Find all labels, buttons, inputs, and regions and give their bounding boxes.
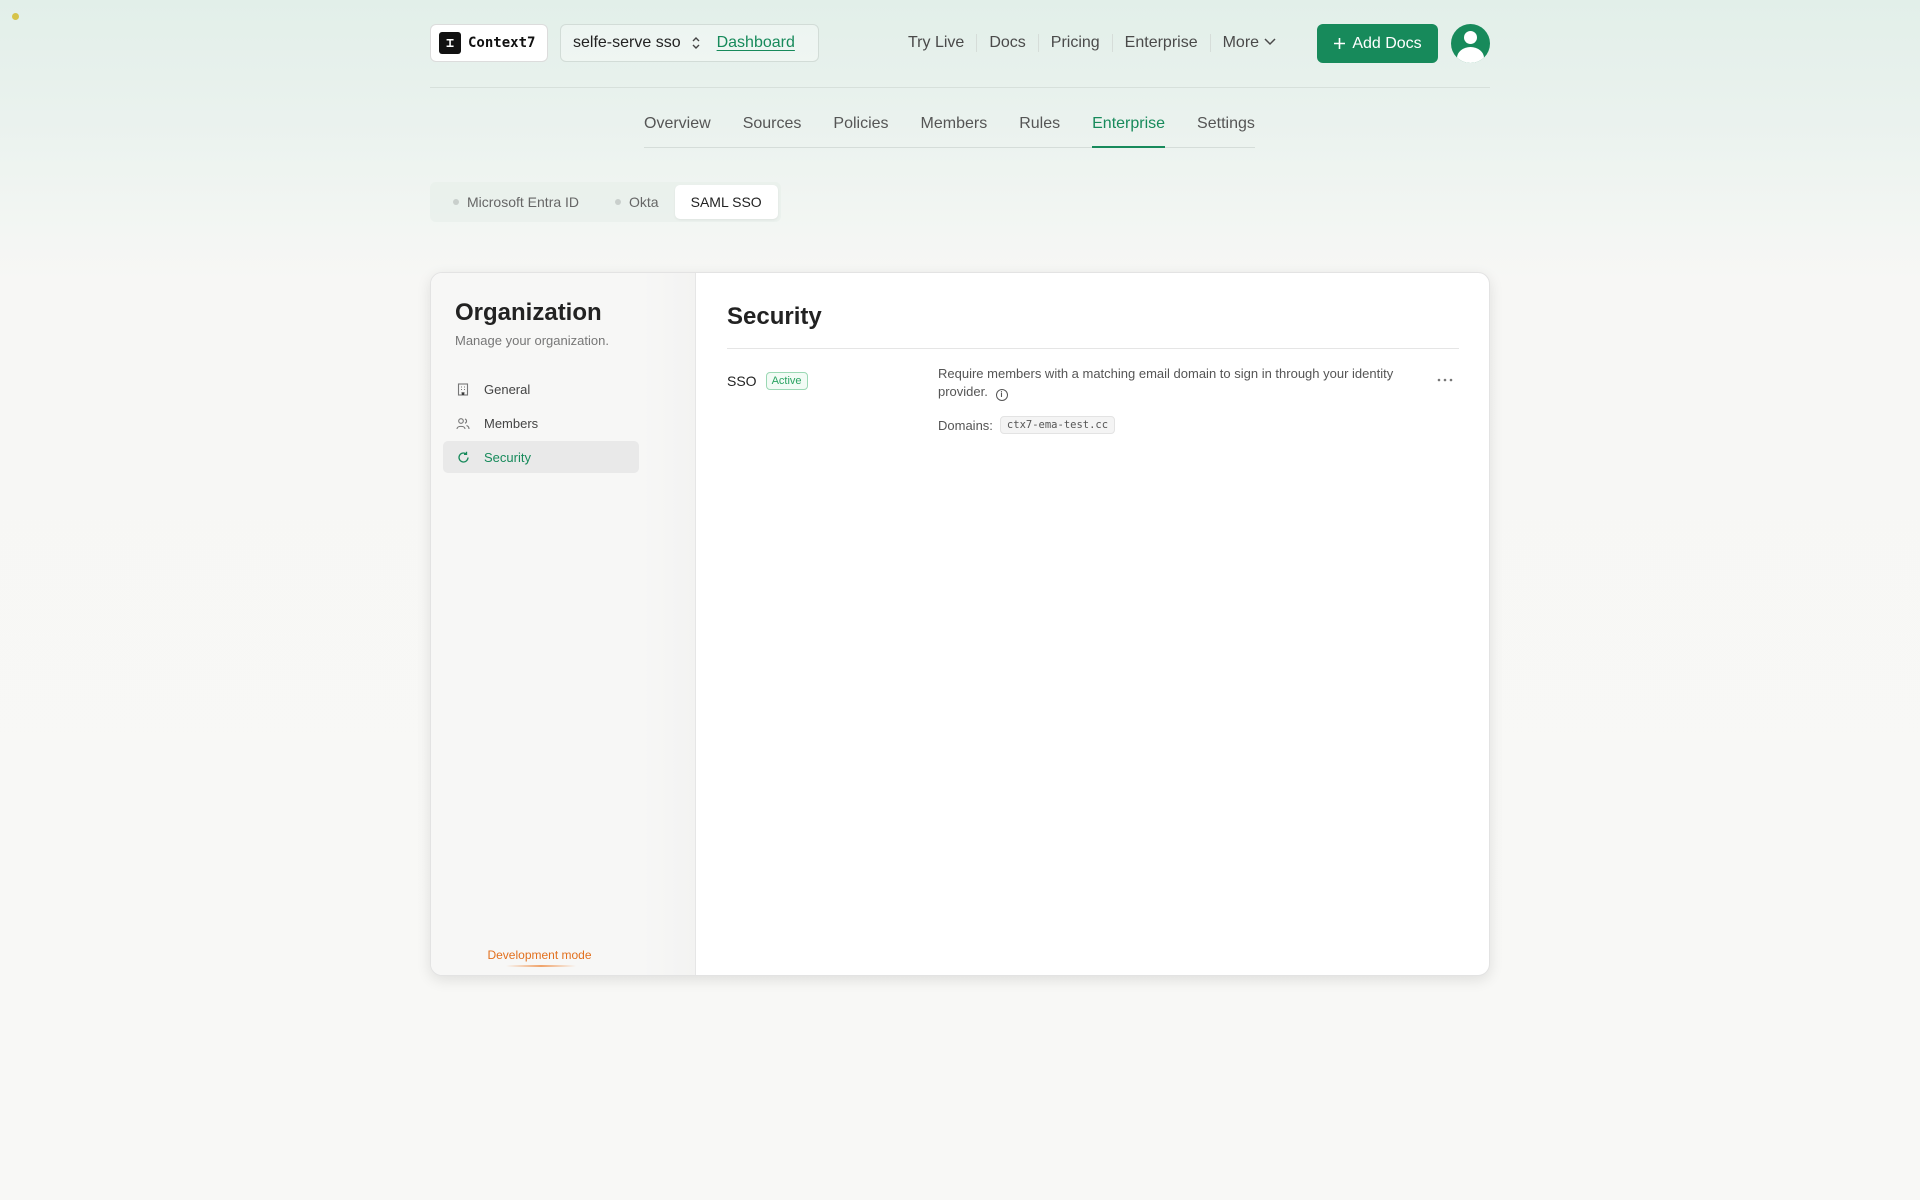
sidebar-item-general[interactable]: General [443,373,639,405]
refresh-shield-icon [456,450,470,464]
nav-try-live[interactable]: Try Live [896,34,978,52]
add-docs-button[interactable]: Add Docs [1317,24,1438,63]
tab-settings[interactable]: Settings [1197,115,1255,147]
more-options-icon[interactable] [1437,369,1453,387]
tab-rules[interactable]: Rules [1019,115,1060,147]
logo-text: Context7 [468,35,536,51]
status-badge: Active [765,372,808,390]
top-navbar: ⌶ Context7 selfe-serve sso Dashboard Try… [430,24,1490,64]
nav-docs[interactable]: Docs [977,34,1039,52]
main-tabs: Overview Sources Policies Members Rules … [644,115,1255,148]
info-icon[interactable]: i [995,389,1008,401]
chevron-down-icon [1264,38,1276,46]
subtab-saml-sso[interactable]: SAML SSO [674,185,778,219]
logo[interactable]: ⌶ Context7 [430,24,548,62]
header-divider [430,87,1490,88]
plus-icon [1334,38,1346,49]
tab-policies[interactable]: Policies [833,115,888,147]
sidebar-subtitle: Manage your organization. [455,333,609,348]
add-docs-label: Add Docs [1352,34,1422,52]
sso-provider-tabs: Microsoft Entra ID Okta SAML SSO [430,182,781,222]
organization-card: Organization Manage your organization. G… [430,272,1490,976]
organization-sidebar: Organization Manage your organization. G… [431,273,696,975]
sidebar-item-label: General [484,381,531,397]
tab-overview[interactable]: Overview [644,115,711,147]
nav-more[interactable]: More [1211,34,1288,52]
status-dot [12,13,19,20]
tab-sources[interactable]: Sources [743,115,802,147]
tab-enterprise[interactable]: Enterprise [1092,115,1165,148]
subtab-label: SAML SSO [690,194,762,210]
subtab-okta[interactable]: Okta [595,185,675,219]
sidebar-title: Organization [455,299,602,326]
sidebar-item-label: Security [484,449,531,465]
org-switcher[interactable]: selfe-serve sso Dashboard [560,24,819,62]
domains-label: Domains: [938,417,993,433]
sidebar-item-members[interactable]: Members [443,407,639,439]
nav-enterprise[interactable]: Enterprise [1113,34,1211,52]
security-panel: Security SSO Active Require members with… [697,273,1489,975]
org-name[interactable]: selfe-serve sso [573,34,681,52]
subtab-microsoft-entra-id[interactable]: Microsoft Entra ID [433,185,595,219]
user-avatar[interactable] [1451,24,1490,63]
sidebar-item-security[interactable]: Security [443,441,639,473]
context7-logo-icon: ⌶ [439,32,461,54]
building-icon [456,382,470,396]
avatar-head-shape [1464,31,1477,44]
subtab-label: Okta [629,194,659,210]
status-dot-icon [615,199,622,205]
sso-label: SSO [727,373,757,389]
sidebar-menu: General Members Security [443,373,639,475]
dev-mode-underline [506,965,576,967]
dashboard-link[interactable]: Dashboard [717,34,795,52]
sso-row-label: SSO Active [727,372,808,390]
chevron-up-down-icon[interactable] [691,36,701,50]
domain-chip: ctx7-ema-test.cc [999,416,1116,434]
nav-pricing[interactable]: Pricing [1039,34,1113,52]
avatar-body-shape [1457,47,1484,63]
users-icon [456,416,470,430]
sso-description: Require members with a matching email do… [938,365,1438,401]
title-divider [727,348,1459,349]
sidebar-item-label: Members [484,415,539,431]
nav-more-label: More [1222,34,1260,51]
subtab-label: Microsoft Entra ID [467,194,580,210]
domains-row: Domains: ctx7-ema-test.cc [938,416,1116,434]
status-dot-icon [453,199,459,205]
development-mode-label: Development mode [487,948,592,962]
top-nav-links: Try Live Docs Pricing Enterprise More [896,24,1288,62]
page-title: Security [727,303,822,330]
tab-members[interactable]: Members [921,115,988,147]
